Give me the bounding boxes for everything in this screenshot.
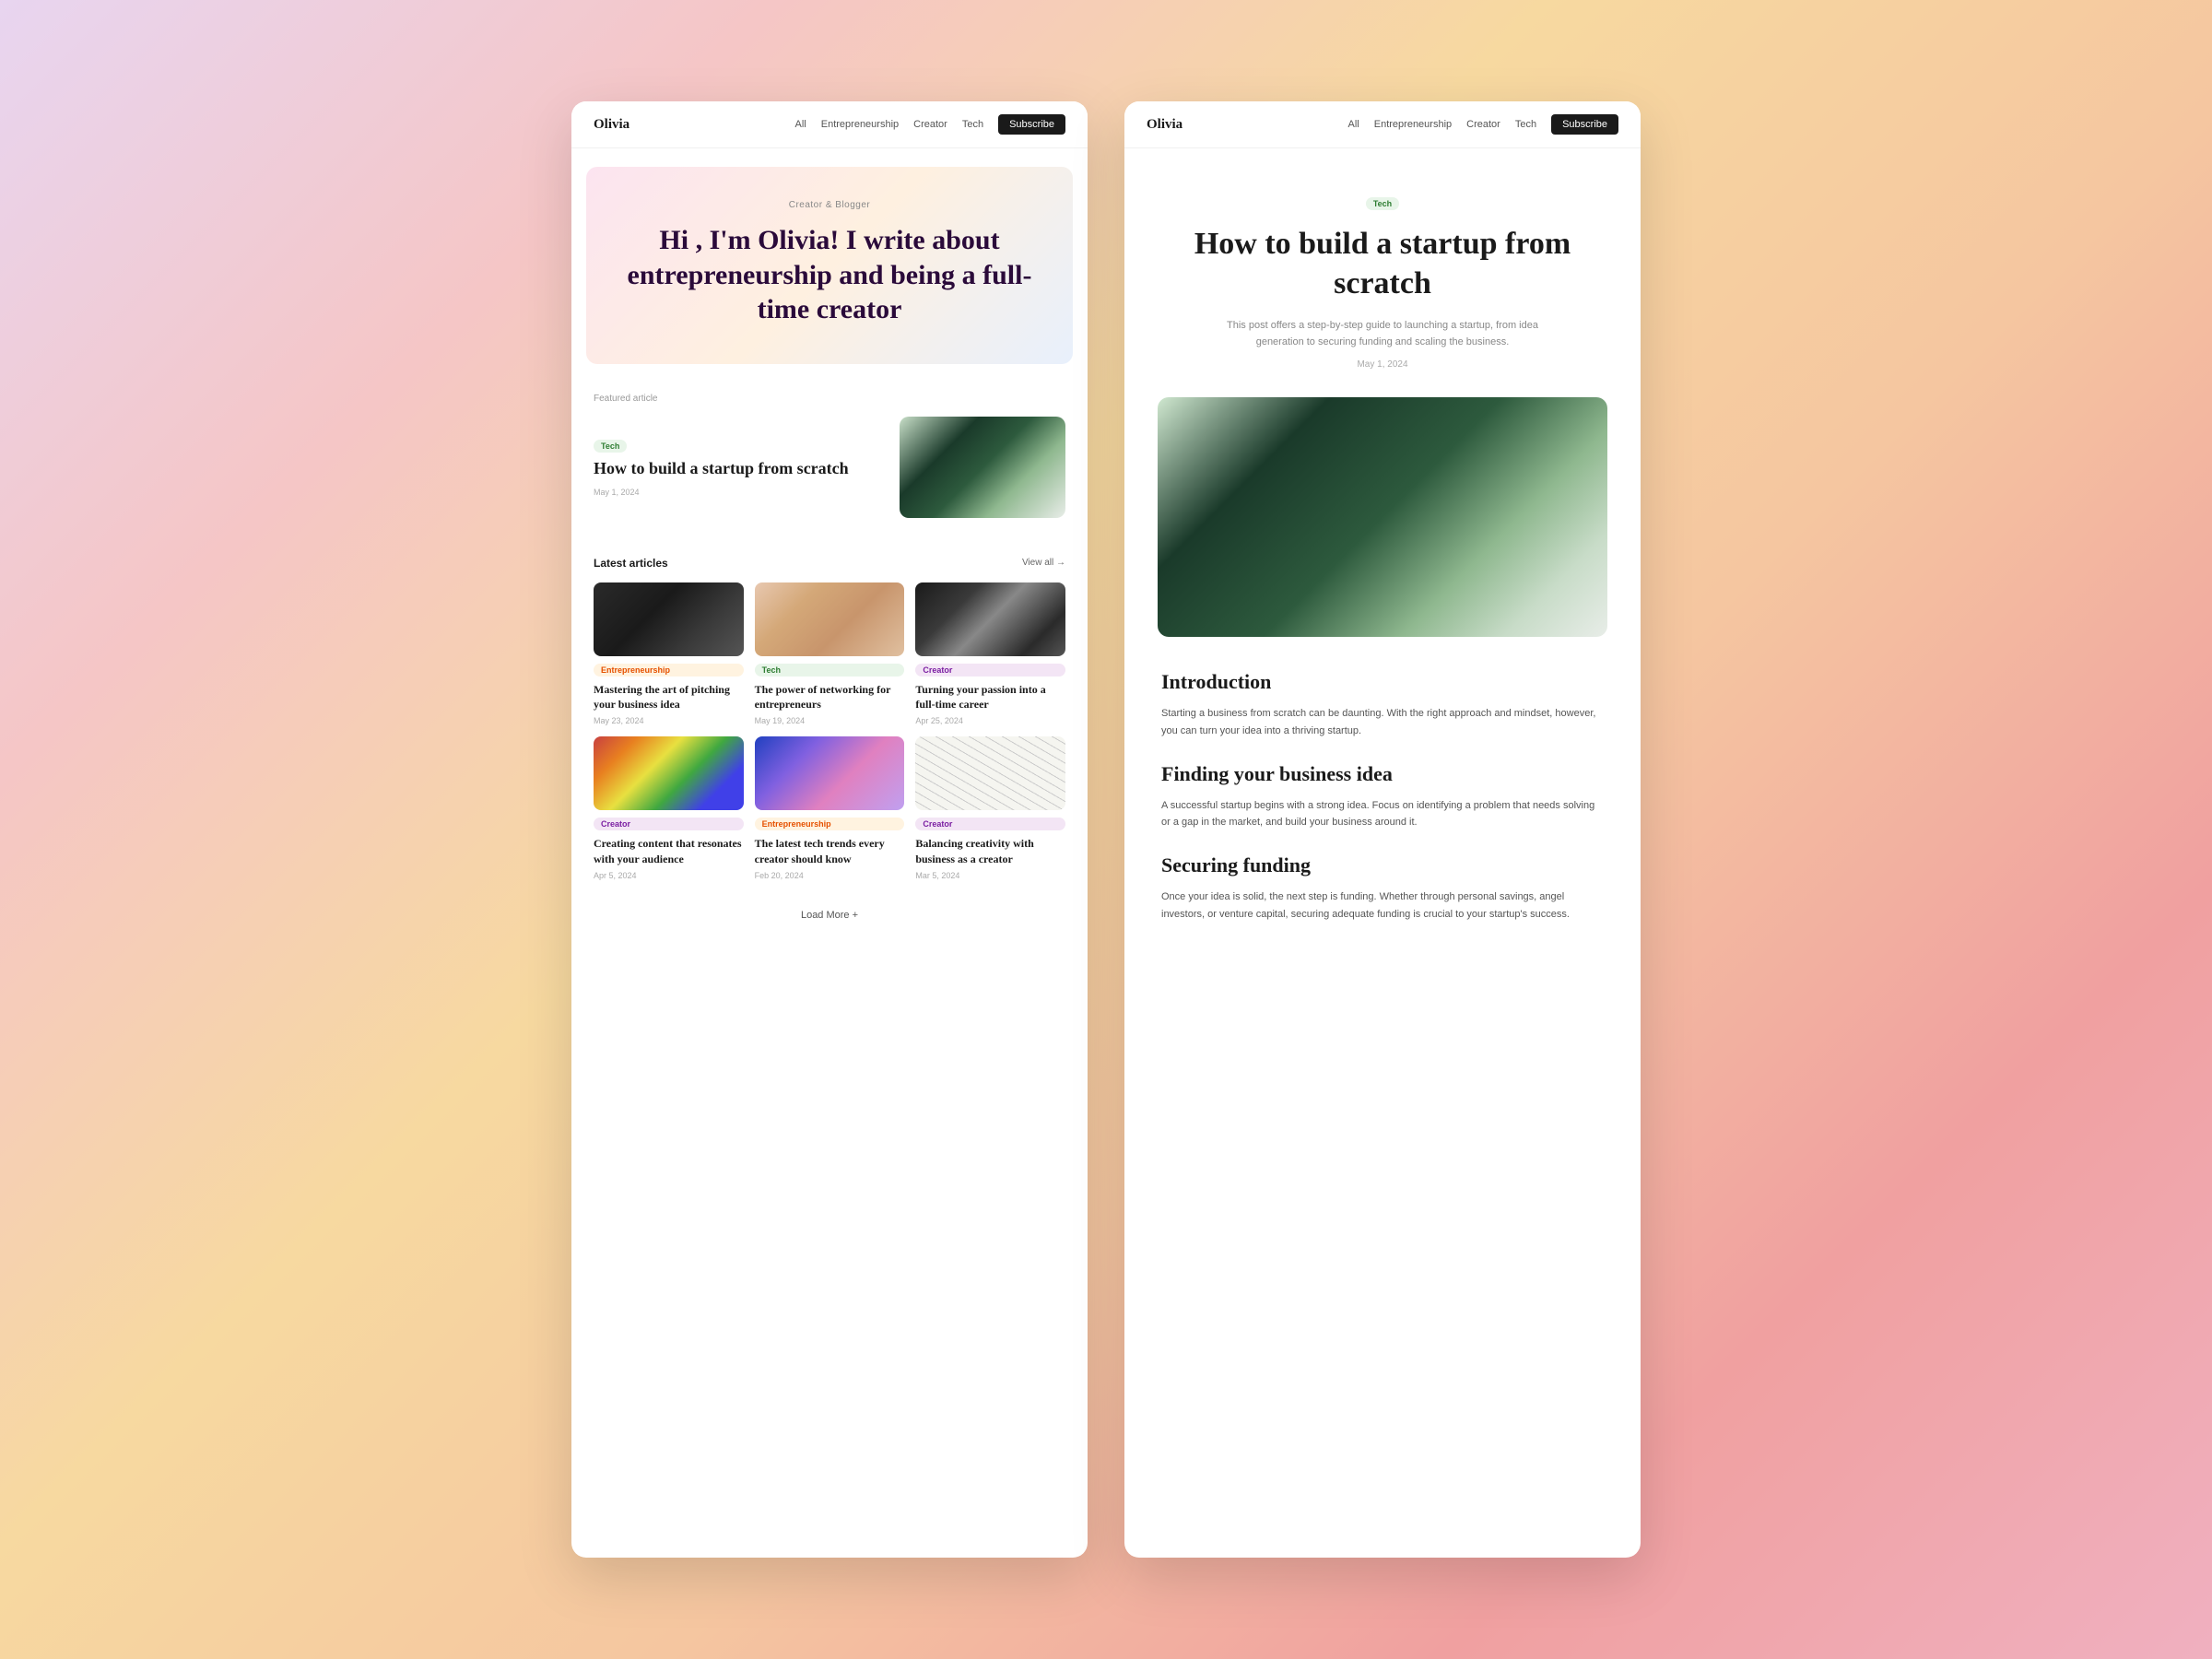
nav-logo-right: Olivia — [1147, 117, 1182, 133]
article-hero-title: How to build a startup from scratch — [1143, 225, 1622, 303]
nav-link-all[interactable]: All — [795, 119, 806, 130]
latest-header: Latest articles View all → — [594, 557, 1065, 570]
hero-section: Creator & Blogger Hi , I'm Olivia! I wri… — [586, 167, 1073, 364]
section-body-2: A successful startup begins with a stron… — [1161, 797, 1604, 831]
article-image-visual-5 — [755, 736, 905, 810]
section-body-1: Starting a business from scratch can be … — [1161, 705, 1604, 739]
article-card-3[interactable]: Creator Turning your passion into a full… — [915, 582, 1065, 726]
article-card-2[interactable]: Tech The power of networking for entrepr… — [755, 582, 905, 726]
hero-title: Hi , I'm Olivia! I write about entrepren… — [623, 223, 1036, 327]
nav-link-all-r[interactable]: All — [1348, 119, 1359, 130]
article-hero: Tech How to build a startup from scratch… — [1124, 148, 1641, 397]
article-image-2 — [755, 582, 905, 656]
article-title-4: Creating content that resonates with you… — [594, 836, 744, 867]
nav-links-left: All Entrepreneurship Creator Tech Subscr… — [795, 114, 1065, 135]
article-image-3 — [915, 582, 1065, 656]
article-tag-4: Creator — [594, 818, 744, 830]
latest-title: Latest articles — [594, 557, 668, 570]
article-content: Introduction Starting a business from sc… — [1124, 670, 1641, 923]
article-hero-tag: Tech — [1366, 197, 1399, 210]
nav-link-entrepreneurship[interactable]: Entrepreneurship — [821, 119, 899, 130]
article-tag-3: Creator — [915, 664, 1065, 677]
nav-right: Olivia All Entrepreneurship Creator Tech… — [1124, 101, 1641, 148]
featured-content: Tech How to build a startup from scratch… — [594, 437, 885, 496]
article-title-1: Mastering the art of pitching your busin… — [594, 682, 744, 713]
article-image-visual-4 — [594, 736, 744, 810]
nav-link-creator[interactable]: Creator — [913, 119, 947, 130]
article-image-visual-1 — [594, 582, 744, 656]
nav-link-creator-r[interactable]: Creator — [1466, 119, 1500, 130]
article-card-6[interactable]: Creator Balancing creativity with busine… — [915, 736, 1065, 880]
article-tag-5: Entrepreneurship — [755, 818, 905, 830]
nav-link-entrepreneurship-r[interactable]: Entrepreneurship — [1374, 119, 1452, 130]
article-date-6: Mar 5, 2024 — [915, 871, 1065, 880]
article-title-2: The power of networking for entrepreneur… — [755, 682, 905, 713]
article-date-4: Apr 5, 2024 — [594, 871, 744, 880]
subscribe-button-left[interactable]: Subscribe — [998, 114, 1065, 135]
article-card-4[interactable]: Creator Creating content that resonates … — [594, 736, 744, 880]
article-tag-1: Entrepreneurship — [594, 664, 744, 677]
latest-section: Latest articles View all → Entrepreneurs… — [571, 546, 1088, 891]
section-heading-2: Finding your business idea — [1161, 762, 1604, 786]
nav-left: Olivia All Entrepreneurship Creator Tech… — [571, 101, 1088, 148]
load-more-section: Load More + — [571, 891, 1088, 937]
article-main-image-visual — [1158, 397, 1607, 637]
article-image-visual-6 — [915, 736, 1065, 810]
right-browser-window: Olivia All Entrepreneurship Creator Tech… — [1124, 101, 1641, 1558]
section-heading-3: Securing funding — [1161, 853, 1604, 877]
article-hero-date: May 1, 2024 — [1143, 359, 1622, 370]
nav-link-tech[interactable]: Tech — [962, 119, 983, 130]
featured-title: How to build a startup from scratch — [594, 458, 885, 479]
articles-grid: Entrepreneurship Mastering the art of pi… — [594, 582, 1065, 880]
featured-image-visual — [900, 417, 1065, 518]
article-image-visual-3 — [915, 582, 1065, 656]
article-card-5[interactable]: Entrepreneurship The latest tech trends … — [755, 736, 905, 880]
article-title-6: Balancing creativity with business as a … — [915, 836, 1065, 867]
article-date-1: May 23, 2024 — [594, 716, 744, 725]
featured-date: May 1, 2024 — [594, 488, 885, 497]
article-tag-2: Tech — [755, 664, 905, 677]
section-heading-1: Introduction — [1161, 670, 1604, 694]
featured-tag: Tech — [594, 440, 627, 453]
article-main-image-wrapper — [1124, 397, 1641, 637]
nav-link-tech-r[interactable]: Tech — [1515, 119, 1536, 130]
left-browser-window: Olivia All Entrepreneurship Creator Tech… — [571, 101, 1088, 1558]
article-image-4 — [594, 736, 744, 810]
article-image-6 — [915, 736, 1065, 810]
article-date-3: Apr 25, 2024 — [915, 716, 1065, 725]
view-all-link[interactable]: View all → — [1022, 558, 1065, 568]
subscribe-button-right[interactable]: Subscribe — [1551, 114, 1618, 135]
load-more-button[interactable]: Load More + — [801, 910, 858, 921]
article-date-2: May 19, 2024 — [755, 716, 905, 725]
featured-label: Featured article — [594, 394, 1065, 404]
article-title-5: The latest tech trends every creator sho… — [755, 836, 905, 867]
featured-card[interactable]: Tech How to build a startup from scratch… — [594, 413, 1065, 522]
hero-subtitle: Creator & Blogger — [623, 200, 1036, 210]
article-date-5: Feb 20, 2024 — [755, 871, 905, 880]
article-image-5 — [755, 736, 905, 810]
article-title-3: Turning your passion into a full-time ca… — [915, 682, 1065, 713]
featured-section: Featured article Tech How to build a sta… — [571, 382, 1088, 533]
article-hero-desc: This post offers a step-by-step guide to… — [1226, 318, 1539, 350]
featured-image — [900, 417, 1065, 518]
section-body-3: Once your idea is solid, the next step i… — [1161, 888, 1604, 923]
article-image-visual-2 — [755, 582, 905, 656]
nav-logo-left: Olivia — [594, 117, 629, 133]
article-image-1 — [594, 582, 744, 656]
article-main-image — [1158, 397, 1607, 637]
article-tag-6: Creator — [915, 818, 1065, 830]
nav-links-right: All Entrepreneurship Creator Tech Subscr… — [1348, 114, 1618, 135]
article-card-1[interactable]: Entrepreneurship Mastering the art of pi… — [594, 582, 744, 726]
